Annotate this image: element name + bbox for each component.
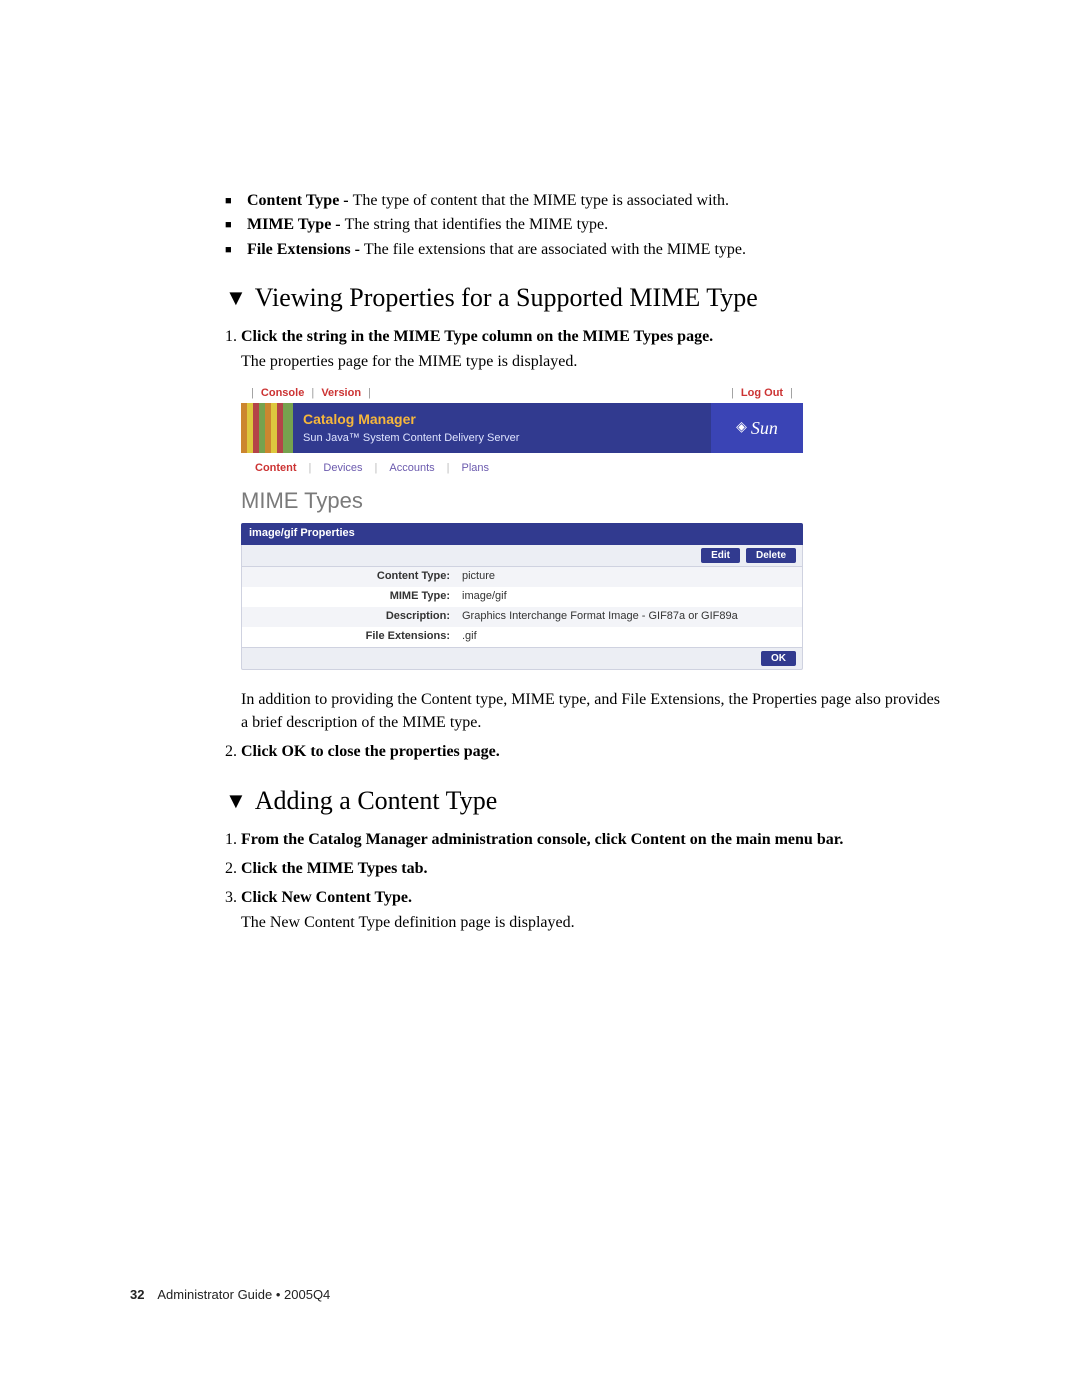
footer-text: Administrator Guide • 2005Q4 xyxy=(157,1287,330,1302)
prop-value: .gif xyxy=(462,629,794,645)
bullet-label: Content Type - xyxy=(247,192,353,209)
list-item: Content Type - The type of content that … xyxy=(225,190,940,212)
version-link[interactable]: Version xyxy=(321,387,361,399)
ui-topbar: | Console | Version | | Log Out | xyxy=(241,384,803,402)
list-item: File Extensions - The file extensions th… xyxy=(225,239,940,261)
document-page: Content Type - The type of content that … xyxy=(0,0,1080,1397)
list-item: Click OK to close the properties page. xyxy=(241,740,940,763)
step-lead: Click New Content Type. xyxy=(241,889,412,906)
logout-link[interactable]: Log Out xyxy=(741,387,783,399)
bullet-label: MIME Type - xyxy=(247,216,345,233)
bullet-text: The file extensions that are associated … xyxy=(364,241,746,258)
prop-value: image/gif xyxy=(462,589,794,605)
ok-button[interactable]: OK xyxy=(761,651,796,666)
books-icon xyxy=(241,403,293,453)
sun-logo-text: Sun xyxy=(751,415,778,441)
step-lead: Click the MIME Types tab. xyxy=(241,860,428,877)
triangle-down-icon: ▼ xyxy=(225,788,247,814)
page-number: 32 xyxy=(130,1287,144,1302)
delete-button[interactable]: Delete xyxy=(746,548,796,563)
list-item: Click the MIME Types tab. xyxy=(241,857,940,880)
main-tabs: Content | Devices | Accounts | Plans xyxy=(241,453,803,483)
step-body: The New Content Type definition page is … xyxy=(241,911,940,934)
step-lead: Click OK to close the properties page. xyxy=(241,743,500,760)
sun-logo: ◈ Sun xyxy=(711,403,803,453)
section-heading-viewing: ▼ Viewing Properties for a Supported MIME… xyxy=(225,283,940,313)
ordered-steps-adding: From the Catalog Manager administration … xyxy=(225,828,940,935)
masthead-title: Catalog Manager xyxy=(303,409,701,429)
actions-row-top: Edit Delete xyxy=(241,545,803,567)
prop-key: Content Type: xyxy=(250,569,462,585)
tab-content[interactable]: Content xyxy=(251,461,301,477)
ordered-steps-viewing: Click the string in the MIME Type column… xyxy=(225,325,940,763)
table-row: Description: Graphics Interchange Format… xyxy=(242,607,802,627)
actions-row-bottom: OK xyxy=(241,648,803,670)
sun-diamond-icon: ◈ xyxy=(736,418,747,438)
definition-list: Content Type - The type of content that … xyxy=(225,190,940,261)
table-row: File Extensions: .gif xyxy=(242,627,802,647)
prop-key: MIME Type: xyxy=(250,589,462,605)
triangle-down-icon: ▼ xyxy=(225,285,247,311)
bullet-text: The string that identifies the MIME type… xyxy=(345,216,609,233)
table-row: Content Type: picture xyxy=(242,567,802,587)
tab-accounts[interactable]: Accounts xyxy=(385,461,438,477)
list-item: MIME Type - The string that identifies t… xyxy=(225,214,940,236)
prop-value: picture xyxy=(462,569,794,585)
step-lead: From the Catalog Manager administration … xyxy=(241,831,843,848)
section-title: Viewing Properties for a Supported MIME … xyxy=(255,283,758,312)
list-item: Click the string in the MIME Type column… xyxy=(241,325,940,734)
step-lead: Click the string in the MIME Type column… xyxy=(241,328,713,345)
masthead-subtitle: Sun Java™ System Content Delivery Server xyxy=(303,431,701,447)
page-footer: 32 Administrator Guide • 2005Q4 xyxy=(130,1287,330,1302)
table-row: MIME Type: image/gif xyxy=(242,587,802,607)
edit-button[interactable]: Edit xyxy=(701,548,740,563)
bullet-label: File Extensions - xyxy=(247,241,364,258)
properties-panel-header: image/gif Properties xyxy=(241,523,803,545)
topbar-left: | Console | Version | xyxy=(247,386,375,402)
properties-table: Content Type: picture MIME Type: image/g… xyxy=(241,567,803,648)
ui-screenshot: | Console | Version | | Log Out | xyxy=(241,384,803,670)
tab-plans[interactable]: Plans xyxy=(458,461,494,477)
bullet-text: The type of content that the MIME type i… xyxy=(353,192,729,209)
section-heading-adding: ▼ Adding a Content Type xyxy=(225,786,940,816)
topbar-right: | Log Out | xyxy=(727,386,797,402)
list-item: From the Catalog Manager administration … xyxy=(241,828,940,851)
prop-value: Graphics Interchange Format Image - GIF8… xyxy=(462,609,794,625)
ui-page-title: MIME Types xyxy=(241,483,803,523)
console-link[interactable]: Console xyxy=(261,387,304,399)
masthead: Catalog Manager Sun Java™ System Content… xyxy=(241,403,803,453)
masthead-title-block: Catalog Manager Sun Java™ System Content… xyxy=(293,403,711,453)
step-body: The properties page for the MIME type is… xyxy=(241,350,940,373)
section-title: Adding a Content Type xyxy=(255,786,498,815)
prop-key: File Extensions: xyxy=(250,629,462,645)
post-image-text: In addition to providing the Content typ… xyxy=(241,688,940,734)
list-item: Click New Content Type. The New Content … xyxy=(241,886,940,934)
prop-key: Description: xyxy=(250,609,462,625)
tab-devices[interactable]: Devices xyxy=(319,461,366,477)
